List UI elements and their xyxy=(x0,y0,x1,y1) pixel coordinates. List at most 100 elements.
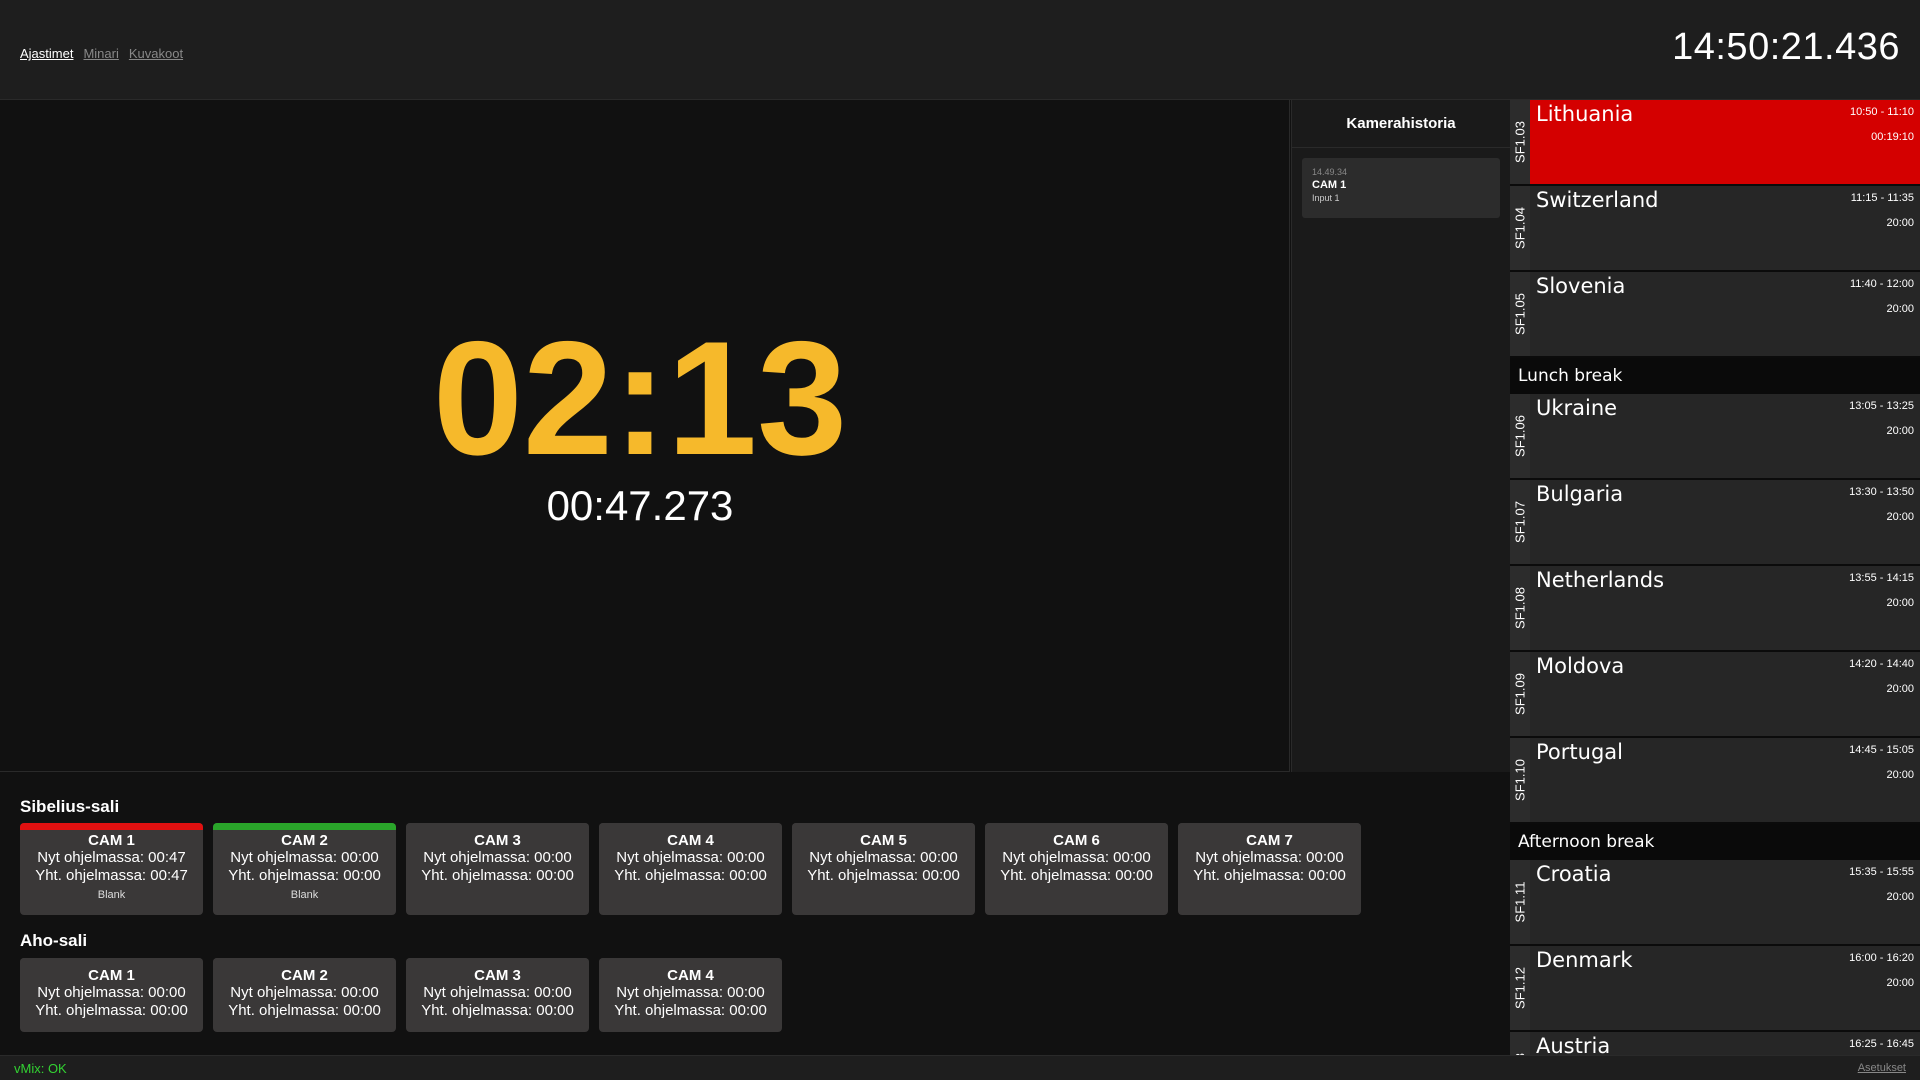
camera-name: CAM 5 xyxy=(860,832,907,849)
camera-card[interactable]: CAM 3 Nyt ohjelmassa: 00:00 Yht. ohjelmass… xyxy=(406,823,589,915)
schedule-performer: Switzerland xyxy=(1536,188,1659,212)
schedule-times: 13:05 - 13:25 xyxy=(1849,400,1914,412)
segment-remaining-timer: 02:13 xyxy=(432,308,848,489)
camera-total-on-air: Yht. ohjelmassa: 00:00 xyxy=(35,1002,188,1019)
schedule-code-label: SF1.09 xyxy=(1512,673,1528,715)
camera-now-on-air: Nyt ohjelmassa: 00:00 xyxy=(230,849,379,866)
camera-input: Blank xyxy=(97,889,126,901)
header: Ajastimet Minari Kuvakoot 14:50:21.436 xyxy=(0,0,1920,100)
camera-name: CAM 2 xyxy=(281,967,328,984)
schedule-duration: 20:00 xyxy=(1886,683,1914,695)
schedule-item[interactable]: SF1.04 Switzerland 11:15 - 11:35 20:00 xyxy=(1510,186,1920,272)
camera-card[interactable]: CAM 4 Nyt ohjelmassa: 00:00 Yht. ohjelmass… xyxy=(599,958,782,1032)
camera-total-on-air: Yht. ohjelmassa: 00:47 xyxy=(35,867,188,884)
camera-tally-bar xyxy=(985,823,1168,830)
schedule-code-label: SF1.07 xyxy=(1512,501,1528,543)
timer-panel: 02:13 00:47.273 xyxy=(0,100,1290,772)
schedule-duration: 20:00 xyxy=(1886,891,1914,903)
camera-tally-bar xyxy=(1178,823,1361,830)
schedule-duration: 20:00 xyxy=(1886,425,1914,437)
schedule-performer: Denmark xyxy=(1536,948,1633,972)
settings-link[interactable]: Asetukset xyxy=(1858,1062,1906,1074)
camera-now-on-air: Nyt ohjelmassa: 00:00 xyxy=(616,984,765,1001)
cameras-panel: Sibelius-sali CAM 1 Nyt ohjelmassa: 00:47… xyxy=(0,773,1510,1055)
schedule-body: Switzerland 11:15 - 11:35 20:00 xyxy=(1530,186,1920,270)
schedule-item[interactable]: SF1.13Austria16:25 - 16:4520:00 xyxy=(1510,1032,1920,1055)
schedule-performer: Lithuania xyxy=(1536,102,1634,126)
schedule-code: SF1.13 xyxy=(1510,1032,1530,1055)
camera-now-on-air: Nyt ohjelmassa: 00:00 xyxy=(1195,849,1344,866)
schedule-times: 14:20 - 14:40 xyxy=(1849,658,1914,670)
camera-card[interactable]: CAM 2 Nyt ohjelmassa: 00:00 Yht. ohjelmass… xyxy=(213,958,396,1032)
camera-now-on-air: Nyt ohjelmassa: 00:00 xyxy=(423,984,572,1001)
camera-tally-bar xyxy=(406,823,589,830)
camera-card[interactable]: CAM 2 Nyt ohjelmassa: 00:00 Yht. ohjelmass… xyxy=(213,823,396,915)
schedule-item[interactable]: SF1.07 Bulgaria 13:30 - 13:50 20:00 xyxy=(1510,480,1920,566)
camera-card[interactable]: CAM 1 Nyt ohjelmassa: 00:47 Yht. ohjelmass… xyxy=(20,823,203,915)
schedule-duration: 20:00 xyxy=(1886,977,1914,989)
current-time-clock: 14:50:21.436 xyxy=(1672,26,1900,68)
schedule-body: Denmark 16:00 - 16:20 20:00 xyxy=(1530,946,1920,1030)
schedule-body: Slovenia 11:40 - 12:00 20:00 xyxy=(1530,272,1920,356)
camera-name: CAM 3 xyxy=(474,832,521,849)
camera-now-on-air: Nyt ohjelmassa: 00:47 xyxy=(37,849,186,866)
schedule-times: 11:40 - 12:00 xyxy=(1849,278,1914,290)
schedule-performer: Austria xyxy=(1536,1034,1611,1055)
schedule-times: 10:50 - 11:10 xyxy=(1849,106,1914,118)
schedule-list: SF1.03 Lithuania 10:50 - 11:10 00:19:10 SF1.… xyxy=(1510,100,1920,1055)
camera-tally-bar xyxy=(213,958,396,965)
camera-tally-bar xyxy=(599,823,782,830)
schedule-performer: Slovenia xyxy=(1536,274,1626,298)
schedule-duration: 20:00 xyxy=(1886,217,1914,229)
schedule-body: Croatia 15:35 - 15:55 20:00 xyxy=(1530,860,1920,944)
camera-history-time: 14.49.34 xyxy=(1312,167,1348,177)
nav-menu: Ajastimet Minari Kuvakoot xyxy=(20,46,183,61)
schedule-duration: 20:00 xyxy=(1886,769,1914,781)
camera-card[interactable]: CAM 3 Nyt ohjelmassa: 00:00 Yht. ohjelmass… xyxy=(406,958,589,1032)
nav-kuvakoot[interactable]: Kuvakoot xyxy=(129,46,183,61)
schedule-code: SF1.10 xyxy=(1510,738,1530,822)
schedule-code-label: SF1.12 xyxy=(1512,967,1528,1009)
schedule-item[interactable]: SF1.12 Denmark 16:00 - 16:20 20:00 xyxy=(1510,946,1920,1032)
schedule-item[interactable]: SF1.03 Lithuania 10:50 - 11:10 00:19:10 xyxy=(1510,100,1920,186)
schedule-item[interactable]: SF1.08 Netherlands 13:55 - 14:15 20:00 xyxy=(1510,566,1920,652)
camera-card[interactable]: CAM 5 Nyt ohjelmassa: 00:00 Yht. ohjelmass… xyxy=(792,823,975,915)
camera-name: CAM 3 xyxy=(474,967,521,984)
camera-name: CAM 4 xyxy=(667,832,714,849)
camera-card[interactable]: CAM 4 Nyt ohjelmassa: 00:00 Yht. ohjelmass… xyxy=(599,823,782,915)
nav-minari[interactable]: Minari xyxy=(83,46,118,61)
camera-card[interactable]: CAM 1 Nyt ohjelmassa: 00:00 Yht. ohjelmass… xyxy=(20,958,203,1032)
nav-ajastimet[interactable]: Ajastimet xyxy=(20,46,73,61)
schedule-code-label: SF1.05 xyxy=(1512,293,1528,335)
schedule-duration: 20:00 xyxy=(1886,597,1914,609)
schedule-body: Bulgaria 13:30 - 13:50 20:00 xyxy=(1530,480,1920,564)
schedule-times: 11:15 - 11:35 xyxy=(1850,192,1914,204)
camera-now-on-air: Nyt ohjelmassa: 00:00 xyxy=(37,984,186,1001)
camera-tally-bar xyxy=(20,823,203,830)
hall-cameras-aho: CAM 1 Nyt ohjelmassa: 00:00 Yht. ohjelmass… xyxy=(20,958,782,1032)
schedule-item[interactable]: SF1.09 Moldova 14:20 - 14:40 20:00 xyxy=(1510,652,1920,738)
schedule-item[interactable]: SF1.10 Portugal 14:45 - 15:05 20:00 xyxy=(1510,738,1920,824)
hall-title-sibelius: Sibelius-sali xyxy=(20,797,120,816)
schedule-item[interactable]: SF1.11 Croatia 15:35 - 15:55 20:00 xyxy=(1510,860,1920,946)
schedule-code: SF1.05 xyxy=(1510,272,1530,356)
schedule-body: Austria16:25 - 16:4520:00 xyxy=(1530,1032,1920,1055)
camera-history-panel: Kamerahistoria 14.49.34 CAM 1 Input 1 xyxy=(1291,100,1510,772)
camera-card[interactable]: CAM 7 Nyt ohjelmassa: 00:00 Yht. ohjelmass… xyxy=(1178,823,1361,915)
camera-total-on-air: Yht. ohjelmassa: 00:00 xyxy=(614,1002,767,1019)
schedule-code: SF1.04 xyxy=(1510,186,1530,270)
schedule-code-label: SF1.11 xyxy=(1512,881,1528,923)
schedule-code-label: SF1.06 xyxy=(1512,415,1528,457)
camera-tally-bar xyxy=(406,958,589,965)
camera-total-on-air: Yht. ohjelmassa: 00:00 xyxy=(228,1002,381,1019)
camera-card[interactable]: CAM 6 Nyt ohjelmassa: 00:00 Yht. ohjelmass… xyxy=(985,823,1168,915)
schedule-body: Ukraine 13:05 - 13:25 20:00 xyxy=(1530,394,1920,478)
camera-name: CAM 7 xyxy=(1246,832,1293,849)
schedule-item[interactable]: SF1.05 Slovenia 11:40 - 12:00 20:00 xyxy=(1510,272,1920,358)
schedule-item[interactable]: SF1.06 Ukraine 13:05 - 13:25 20:00 xyxy=(1510,394,1920,480)
camera-name: CAM 1 xyxy=(88,832,135,849)
camera-total-on-air: Yht. ohjelmassa: 00:00 xyxy=(1000,867,1153,884)
schedule-performer: Netherlands xyxy=(1536,568,1665,592)
camera-now-on-air: Nyt ohjelmassa: 00:00 xyxy=(1002,849,1151,866)
camera-tally-bar xyxy=(213,823,396,830)
